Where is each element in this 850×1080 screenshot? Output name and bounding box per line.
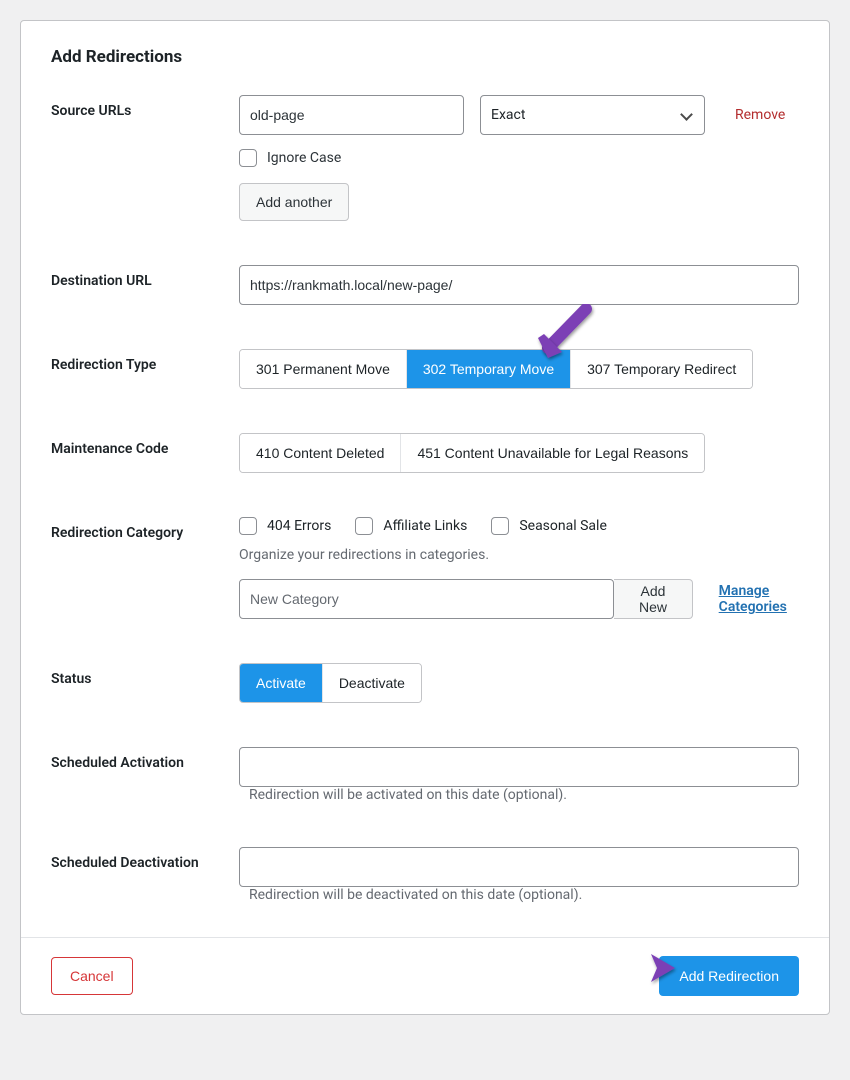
label-redirection-type: Redirection Type <box>51 349 239 373</box>
maintenance-code-group: 410 Content Deleted 451 Content Unavaila… <box>239 433 705 473</box>
scheduled-deactivation-input[interactable] <box>239 847 799 887</box>
redirection-type-301[interactable]: 301 Permanent Move <box>240 350 407 388</box>
category-affiliate-checkbox[interactable] <box>355 517 373 535</box>
ignore-case-label: Ignore Case <box>267 150 341 166</box>
category-404-label: 404 Errors <box>267 518 331 534</box>
redirection-type-307[interactable]: 307 Temporary Redirect <box>571 350 752 388</box>
redirection-type-302[interactable]: 302 Temporary Move <box>407 350 571 388</box>
category-help-text: Organize your redirections in categories… <box>239 547 799 563</box>
manage-categories-link[interactable]: Manage Categories <box>719 583 799 615</box>
cancel-button[interactable]: Cancel <box>51 957 133 995</box>
label-scheduled-deactivation: Scheduled Deactivation <box>51 847 239 871</box>
new-category-input[interactable] <box>239 579 614 619</box>
chevron-down-icon <box>680 108 694 122</box>
label-redirection-category: Redirection Category <box>51 517 239 541</box>
label-destination-url: Destination URL <box>51 265 239 289</box>
add-redirections-panel: Add Redirections Source URLs Exact Remov… <box>20 20 830 1015</box>
add-another-button[interactable]: Add another <box>239 183 349 221</box>
category-seasonal-checkbox[interactable] <box>491 517 509 535</box>
ignore-case-checkbox[interactable] <box>239 149 257 167</box>
page-title: Add Redirections <box>51 47 799 67</box>
label-status: Status <box>51 663 239 687</box>
redirection-type-group: 301 Permanent Move 302 Temporary Move 30… <box>239 349 753 389</box>
label-scheduled-activation: Scheduled Activation <box>51 747 239 771</box>
category-404-checkbox[interactable] <box>239 517 257 535</box>
destination-url-input[interactable] <box>239 265 799 305</box>
category-affiliate-label: Affiliate Links <box>383 518 467 534</box>
category-seasonal-label: Seasonal Sale <box>519 518 607 534</box>
activation-help-text: Redirection will be activated on this da… <box>249 787 567 803</box>
add-redirection-button[interactable]: Add Redirection <box>659 956 799 996</box>
remove-source-link[interactable]: Remove <box>735 107 785 123</box>
status-group: Activate Deactivate <box>239 663 422 703</box>
status-deactivate[interactable]: Deactivate <box>323 664 421 702</box>
source-url-input[interactable] <box>239 95 464 135</box>
label-source-urls: Source URLs <box>51 95 239 119</box>
status-activate[interactable]: Activate <box>240 664 323 702</box>
label-maintenance-code: Maintenance Code <box>51 433 239 457</box>
add-new-category-button[interactable]: Add New <box>614 579 692 619</box>
deactivation-help-text: Redirection will be deactivated on this … <box>249 887 582 903</box>
maintenance-451[interactable]: 451 Content Unavailable for Legal Reason… <box>401 434 704 472</box>
maintenance-410[interactable]: 410 Content Deleted <box>240 434 401 472</box>
match-type-select[interactable]: Exact <box>480 95 705 135</box>
scheduled-activation-input[interactable] <box>239 747 799 787</box>
match-type-value: Exact <box>491 107 525 123</box>
